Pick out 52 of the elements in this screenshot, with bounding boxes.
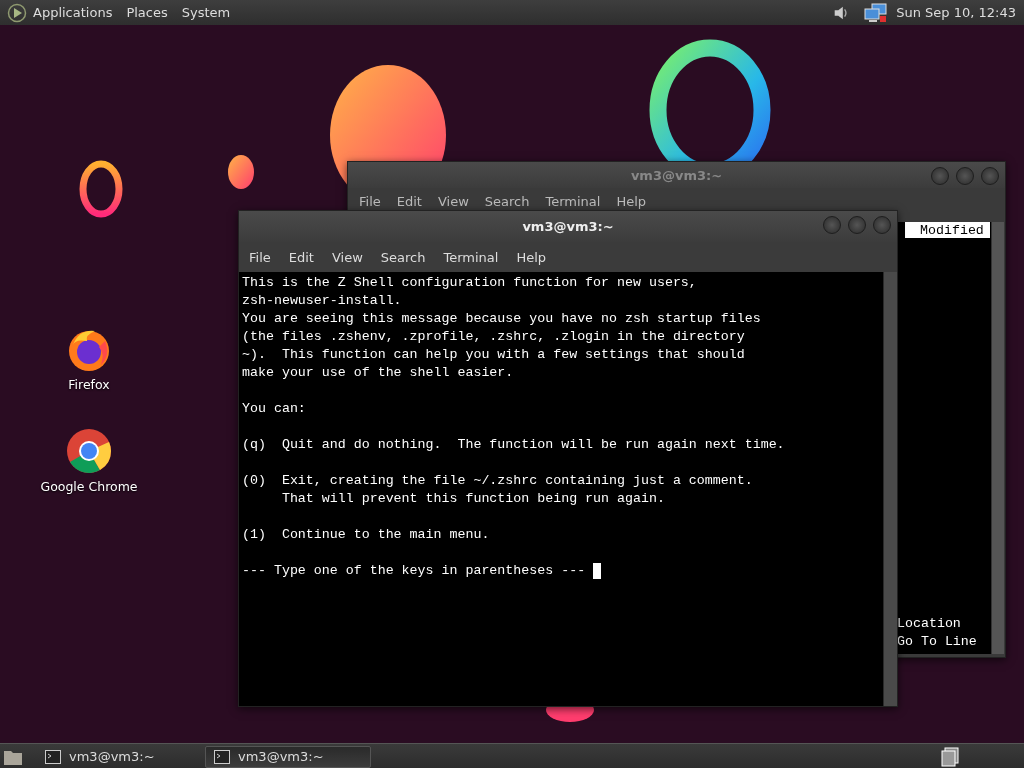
logo-icon[interactable] [7,2,27,23]
menu-item[interactable]: Terminal [537,194,609,210]
window-button[interactable] [931,167,949,185]
window-button[interactable] [956,167,974,185]
terminal-line: ~). This function can help you with a few settings that should [242,346,746,364]
menu-item[interactable]: View [324,249,371,265]
shortcut-label: Go To Line [897,633,978,651]
desktop-icon-label[interactable]: Google Chrome [40,479,138,494]
desktop-icon-label[interactable]: Firefox [68,377,110,392]
scrollbar[interactable] [883,272,897,706]
panel-menu[interactable]: System [181,5,231,20]
taskbar-button[interactable]: vm3@vm3:~ [37,745,203,768]
terminal-line: This is the Z Shell configuration function for new users, [242,274,698,292]
panel-menu[interactable]: Applications [33,5,113,20]
window-button[interactable] [981,167,999,185]
window-button[interactable] [823,216,841,234]
terminal-line: (the files .zshenv, .zprofile, .zshrc, .zlogin in the directory [242,328,746,346]
terminal-line: (q) Quit and do nothing. The function will be run again next time. [242,436,786,454]
menu-item[interactable]: View [429,194,477,210]
window-title: vm3@vm3:~ [522,219,614,234]
menu-item[interactable]: Search [373,249,434,265]
network-icon[interactable] [864,2,889,23]
menu-item[interactable]: Search [476,194,538,210]
windows-icon[interactable] [940,746,960,767]
window-button[interactable] [873,216,891,234]
menu-item[interactable]: File [242,249,279,265]
text-cursor [593,563,602,579]
menu-item[interactable]: Edit [388,194,430,210]
clock[interactable]: Sun Sep 10, 12:43 [896,5,1016,20]
terminal-line: (1) Continue to the main menu. [242,526,491,544]
terminal-line: That will prevent this function being run again. [280,490,666,508]
terminal-line: (0) Exit, creating the file ~/.zshrc containing just a comment. [242,472,754,490]
window-title: vm3@vm3:~ [630,167,723,183]
chrome-icon[interactable] [65,427,113,475]
terminal-line: You are seeing this message because you have no zsh startup files [242,310,762,328]
menu-item[interactable]: Help [509,249,555,265]
taskbar-button[interactable]: vm3@vm3:~ [205,745,371,768]
menu-item[interactable]: Terminal [436,249,507,265]
terminal-line: zsh-newuser-install. [242,292,403,310]
terminal-line: --- Type one of the keys in parentheses --- [242,562,586,580]
status-label: Modified [905,222,990,238]
terminal-line: You can: [242,400,307,418]
shortcut-label: Location [897,615,962,633]
menu-item[interactable]: Edit [281,249,322,265]
window-button[interactable] [848,216,866,234]
menu-item[interactable]: Help [608,194,655,210]
panel-menu[interactable]: Places [126,5,168,20]
terminal-icon [45,749,61,764]
terminal-icon [214,749,230,764]
menu-item[interactable]: File [351,194,389,210]
scrollbar[interactable] [991,222,1004,654]
terminal-line: make your use of the shell easier. [242,364,515,382]
